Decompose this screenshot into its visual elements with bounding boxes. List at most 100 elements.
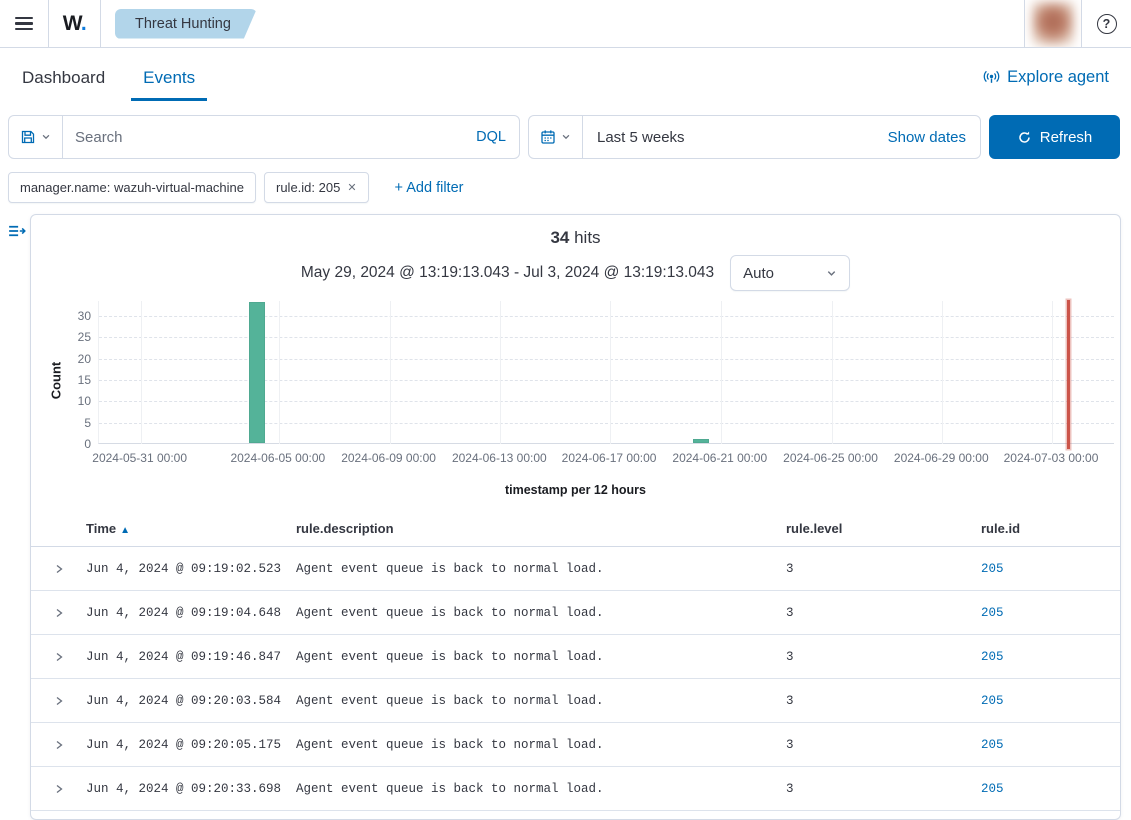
save-icon bbox=[21, 130, 35, 144]
column-header-rule-id: rule.id bbox=[981, 521, 1021, 536]
expand-row-icon[interactable] bbox=[53, 563, 65, 575]
menu-button[interactable] bbox=[0, 0, 49, 47]
x-tick-label: 2024-05-31 00:00 bbox=[92, 451, 188, 465]
cell-time: Jun 4, 2024 @ 09:19:02.523 bbox=[86, 561, 282, 576]
search-bar: DQL bbox=[8, 115, 520, 159]
cell-rule-description: Agent event queue is back to normal load… bbox=[296, 605, 604, 620]
saved-query-menu-button[interactable] bbox=[9, 116, 63, 158]
expand-sidebar-icon[interactable] bbox=[8, 222, 26, 245]
help-icon[interactable]: ? bbox=[1096, 13, 1117, 34]
show-dates-button[interactable]: Show dates bbox=[888, 116, 980, 158]
logo-dot: . bbox=[80, 11, 87, 35]
tab-events[interactable]: Events bbox=[131, 48, 208, 107]
refresh-label: Refresh bbox=[1039, 128, 1093, 146]
table-header-row: Time ▲ rule.description rule.level rule.i… bbox=[31, 511, 1120, 547]
cell-rule-description: Agent event queue is back to normal load… bbox=[296, 693, 604, 708]
refresh-button[interactable]: Refresh bbox=[989, 115, 1120, 159]
hits-number: 34 bbox=[550, 228, 570, 247]
plot-area bbox=[98, 300, 1114, 449]
x-tick-label: 2024-07-03 00:00 bbox=[1003, 451, 1099, 465]
add-filter-button[interactable]: + Add filter bbox=[395, 180, 464, 196]
rule-id-link[interactable]: 205 bbox=[981, 606, 1004, 620]
y-tick-label: 15 bbox=[77, 372, 91, 387]
explore-agent-button[interactable]: Explore agent bbox=[983, 68, 1109, 87]
filter-pill-label: manager.name: wazuh-virtual-machine bbox=[20, 180, 244, 195]
interval-select[interactable]: Auto bbox=[730, 255, 851, 291]
filter-pill-label: rule.id: 205 bbox=[276, 180, 341, 195]
chevron-down-icon bbox=[827, 270, 836, 276]
expand-row-icon[interactable] bbox=[53, 651, 65, 663]
expand-cell bbox=[31, 739, 86, 751]
cell-rule-level: 3 bbox=[786, 737, 794, 752]
x-gridline bbox=[831, 301, 833, 444]
filter-pills: manager.name: wazuh-virtual-machine rule.… bbox=[8, 172, 377, 203]
x-gridline bbox=[720, 301, 722, 444]
cell-time: Jun 4, 2024 @ 09:19:04.648 bbox=[86, 605, 282, 620]
cell-time: Jun 4, 2024 @ 09:19:46.847 bbox=[86, 649, 282, 664]
sort-asc-icon: ▲ bbox=[120, 525, 131, 536]
time-range-value[interactable]: Last 5 weeks bbox=[583, 116, 888, 158]
remove-filter-icon[interactable]: ✕ bbox=[347, 181, 356, 194]
cell-rule-description: Agent event queue is back to normal load… bbox=[296, 781, 604, 796]
histogram-bar[interactable] bbox=[249, 302, 266, 443]
cell-rule-description: Agent event queue is back to normal load… bbox=[296, 737, 604, 752]
refresh-icon bbox=[1018, 131, 1030, 143]
expand-cell bbox=[31, 607, 86, 619]
calendar-icon bbox=[541, 130, 555, 144]
x-gridline bbox=[610, 301, 612, 444]
chart-time-range: May 29, 2024 @ 13:19:13.043 - Jul 3, 202… bbox=[300, 264, 715, 281]
y-tick-label: 20 bbox=[77, 351, 91, 366]
histogram-bar[interactable] bbox=[693, 438, 710, 443]
rule-id-link[interactable]: 205 bbox=[981, 738, 1004, 752]
y-tick-label: 5 bbox=[84, 415, 91, 430]
expand-row-icon[interactable] bbox=[53, 783, 65, 795]
table-row: Jun 4, 2024 @ 09:19:46.847 Agent event qu… bbox=[31, 635, 1120, 679]
hits-count: 34 hits bbox=[31, 228, 1120, 248]
top-navigation-bar: W. Threat Hunting ? bbox=[0, 0, 1131, 48]
x-gridline bbox=[389, 301, 391, 444]
expand-row-icon[interactable] bbox=[53, 607, 65, 619]
module-tabs: Dashboard Events Explore agent bbox=[0, 48, 1131, 107]
x-gridline bbox=[942, 301, 944, 444]
search-input[interactable] bbox=[63, 116, 477, 158]
table-row: Jun 4, 2024 @ 09:19:02.523 Agent event qu… bbox=[31, 547, 1120, 591]
rule-id-link[interactable]: 205 bbox=[981, 650, 1004, 664]
dql-button[interactable]: DQL bbox=[476, 116, 519, 158]
y-tick-label: 30 bbox=[77, 308, 91, 323]
column-header-time[interactable]: Time ▲ bbox=[86, 521, 296, 536]
x-gridline bbox=[140, 301, 142, 444]
explore-agent-label: Explore agent bbox=[1007, 68, 1109, 86]
cell-rule-description: Agent event queue is back to normal load… bbox=[296, 561, 604, 576]
rule-id-link[interactable]: 205 bbox=[981, 694, 1004, 708]
wazuh-logo[interactable]: W. bbox=[49, 0, 101, 47]
cell-rule-id: 205 bbox=[981, 694, 1120, 708]
cell-rule-level: 3 bbox=[786, 649, 794, 664]
tab-dashboard[interactable]: Dashboard bbox=[22, 48, 105, 107]
current-time-marker bbox=[1066, 300, 1070, 449]
rule-id-link[interactable]: 205 bbox=[981, 562, 1004, 576]
filter-bar: manager.name: wazuh-virtual-machine rule.… bbox=[8, 172, 1123, 203]
cell-rule-id: 205 bbox=[981, 738, 1120, 752]
y-tick-label: 25 bbox=[77, 330, 91, 345]
column-header-rule-description: rule.description bbox=[296, 521, 394, 536]
filter-pill[interactable]: manager.name: wazuh-virtual-machine bbox=[8, 172, 256, 203]
rule-id-link[interactable]: 205 bbox=[981, 782, 1004, 796]
events-table: Time ▲ rule.description rule.level rule.i… bbox=[31, 511, 1120, 811]
expand-cell bbox=[31, 695, 86, 707]
query-bar: DQL Last 5 weeks Show dates Refresh bbox=[8, 115, 1121, 159]
date-quick-menu-button[interactable] bbox=[529, 116, 583, 158]
chevron-down-icon bbox=[562, 134, 570, 140]
cell-rule-description: Agent event queue is back to normal load… bbox=[296, 649, 604, 664]
chart-range-row: May 29, 2024 @ 13:19:13.043 - Jul 3, 202… bbox=[31, 255, 1120, 291]
x-axis-title: timestamp per 12 hours bbox=[504, 483, 646, 497]
histogram-chart: Count 0 5 10 15 20 25 30 2024-05-31 00:00 2024-0… bbox=[31, 300, 1120, 475]
table-row: Jun 4, 2024 @ 09:20:03.584 Agent event qu… bbox=[31, 679, 1120, 723]
hits-suffix: hits bbox=[569, 228, 601, 247]
cell-rule-id: 205 bbox=[981, 562, 1120, 576]
expand-row-icon[interactable] bbox=[53, 739, 65, 751]
breadcrumb-threat-hunting[interactable]: Threat Hunting bbox=[115, 9, 257, 39]
expand-row-icon[interactable] bbox=[53, 695, 65, 707]
filter-pill[interactable]: rule.id: 205 ✕ bbox=[264, 172, 369, 203]
user-menu[interactable] bbox=[1024, 0, 1082, 47]
